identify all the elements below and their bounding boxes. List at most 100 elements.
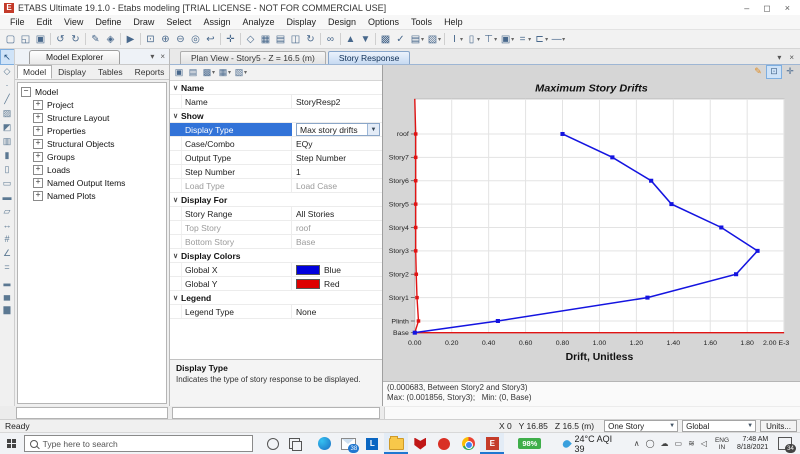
prop-value-dropdown[interactable]: Max story drifts ▼	[296, 123, 380, 136]
save-plot-icon[interactable]: ▣	[172, 66, 186, 79]
i-section-caret-icon[interactable]: ▾	[460, 36, 463, 43]
doc-close-icon[interactable]: ×	[789, 53, 794, 62]
set-display-options-icon[interactable]: ▩	[378, 32, 393, 47]
new-model-icon[interactable]: ▢	[3, 32, 18, 47]
minimize-button[interactable]: –	[744, 3, 749, 13]
draw-grid-icon[interactable]: #	[1, 232, 14, 246]
tree-item-project[interactable]: + Project	[21, 98, 166, 111]
boxed-i-section-caret-icon[interactable]: ▾	[511, 36, 514, 43]
task-view-icon[interactable]	[289, 438, 303, 451]
mcafee-taskbar-icon[interactable]	[408, 433, 432, 454]
save-icon[interactable]: ▣	[33, 32, 48, 47]
measure-tool-icon[interactable]: =	[1, 260, 14, 274]
draw-wall-icon[interactable]: ▮	[1, 148, 14, 162]
tee-section-caret-icon[interactable]: ▾	[494, 36, 497, 43]
file-explorer-taskbar-icon[interactable]	[384, 433, 409, 454]
battery-widget[interactable]: 98%	[518, 438, 542, 449]
story-mode-select[interactable]: One Story ▼	[604, 420, 679, 432]
story-plot-1-icon[interactable]: ▂	[1, 274, 14, 288]
select-pointer-icon[interactable]: ↖	[0, 49, 14, 65]
zoom-out-icon[interactable]: ⊖	[173, 32, 188, 47]
menu-analyze[interactable]: Analyze	[236, 17, 280, 27]
draw-frame-icon[interactable]: ╱	[1, 92, 14, 106]
section-cut-icon[interactable]: ∠	[1, 246, 14, 260]
red-app-taskbar-icon[interactable]	[432, 433, 456, 454]
menu-select[interactable]: Select	[160, 17, 197, 27]
quick-draw-floor-icon[interactable]: ▬	[1, 190, 14, 204]
reshape-object-icon[interactable]: ◇	[1, 64, 14, 78]
quick-draw-braces-icon[interactable]: ◩	[1, 120, 14, 134]
zoom-full-icon[interactable]: ◎	[188, 32, 203, 47]
units-button[interactable]: Units...	[760, 420, 797, 432]
explorer-tab-tables[interactable]: Tables	[92, 65, 129, 79]
view-3d-icon[interactable]: ◇	[243, 32, 258, 47]
onedrive-icon[interactable]: ☁	[661, 439, 669, 448]
taskbar-search-input[interactable]: Type here to search	[23, 435, 254, 452]
explorer-tab-reports[interactable]: Reports	[129, 65, 171, 79]
rotate-view-icon[interactable]: ↻	[303, 32, 318, 47]
prop-row-display-type[interactable]: Display Type Max story drifts ▼	[170, 123, 382, 137]
pan-icon[interactable]: ✛	[783, 66, 797, 78]
expand-icon[interactable]: +	[33, 99, 43, 110]
prop-row-global-y[interactable]: Global Y Red	[170, 277, 382, 291]
chevron-up-icon[interactable]: ∧	[634, 439, 640, 448]
taskbar-clock[interactable]: 7:48 AM 8/18/2021	[737, 436, 768, 452]
elevation-view-icon[interactable]: ▤	[273, 32, 288, 47]
double-line-caret-icon[interactable]: ▾	[528, 36, 531, 43]
language-indicator[interactable]: ENG IN	[715, 437, 729, 451]
pan-icon[interactable]: ✛	[223, 32, 238, 47]
collapse-icon[interactable]: −	[21, 86, 31, 97]
tree-item-model[interactable]: − Model	[21, 85, 166, 98]
zoom-window-icon[interactable]: ⊡	[766, 64, 782, 79]
expand-icon[interactable]: +	[33, 125, 43, 136]
battery-tray-icon[interactable]: ▭	[675, 439, 683, 448]
doc-tabs-dropdown-icon[interactable]: ▾	[777, 53, 781, 62]
tree-item-named-plots[interactable]: + Named Plots	[21, 189, 166, 202]
expand-icon[interactable]: +	[33, 138, 43, 149]
prop-row-story-range[interactable]: Story Range All Stories	[170, 207, 382, 221]
quick-draw-secondary-beams-icon[interactable]: ▥	[1, 134, 14, 148]
menu-display[interactable]: Display	[280, 17, 322, 27]
tree-item-structural-objects[interactable]: + Structural Objects	[21, 137, 166, 150]
quick-draw-frame-icon[interactable]: ▨	[1, 106, 14, 120]
maximize-button[interactable]: ◻	[763, 3, 770, 13]
show-sheet-caret-icon[interactable]: ▾	[421, 36, 424, 43]
redo-icon[interactable]: ↻	[68, 32, 83, 47]
prop-section-display-colors[interactable]: ∨ Display Colors	[170, 249, 382, 263]
doc-tab-story-response[interactable]: Story Response	[327, 51, 411, 64]
edit-plot-icon[interactable]: ✎	[751, 66, 765, 78]
channel-section-caret-icon[interactable]: ▾	[545, 36, 548, 43]
doc-tab-plan-view-story5-z-16-5-m[interactable]: Plan View - Story5 - Z = 16.5 (m)	[180, 51, 326, 64]
single-line-caret-icon[interactable]: ▾	[562, 36, 565, 43]
prop-row-load-type[interactable]: Load Type Load Case	[170, 179, 382, 193]
model-explorer-title[interactable]: Model Explorer	[29, 49, 121, 64]
export-plot-caret-icon[interactable]: ▾	[244, 69, 247, 76]
expand-icon[interactable]: +	[33, 151, 43, 162]
etabs-taskbar-icon[interactable]: E	[480, 433, 505, 454]
lock-model-icon[interactable]: ◈	[103, 32, 118, 47]
explorer-tab-model[interactable]: Model	[17, 65, 53, 79]
draw-pencil-icon[interactable]: ✎	[88, 32, 103, 47]
expand-icon[interactable]: +	[33, 190, 43, 201]
l-app-taskbar-icon[interactable]: L	[360, 433, 384, 454]
prop-row-legend-type[interactable]: Legend Type None	[170, 305, 382, 319]
start-button[interactable]	[0, 433, 24, 454]
run-analysis-icon[interactable]: ▶	[123, 32, 138, 47]
tree-item-loads[interactable]: + Loads	[21, 163, 166, 176]
mail-taskbar-icon[interactable]: 38	[336, 433, 360, 454]
wifi-icon[interactable]: ≋	[688, 439, 695, 448]
story-plot-3-icon[interactable]: ▆	[1, 302, 14, 316]
prop-row-name[interactable]: Name StoryResp2	[170, 95, 382, 109]
print-plot-icon[interactable]: ▤	[186, 66, 200, 79]
move-down-in-list-icon[interactable]: ▼	[358, 32, 373, 47]
more-display-caret-icon[interactable]: ▾	[438, 36, 441, 43]
prop-row-case-combo[interactable]: Case/Combo EQy	[170, 137, 382, 151]
check-model-icon[interactable]: ✓	[393, 32, 408, 47]
draw-null-area-icon[interactable]: ▱	[1, 204, 14, 218]
expand-icon[interactable]: +	[33, 177, 43, 188]
move-up-in-list-icon[interactable]: ▲	[343, 32, 358, 47]
menu-draw[interactable]: Draw	[127, 17, 160, 27]
expand-icon[interactable]: +	[33, 164, 43, 175]
people-icon[interactable]: ◯	[646, 439, 655, 448]
draw-joint-icon[interactable]: ·	[1, 78, 14, 92]
